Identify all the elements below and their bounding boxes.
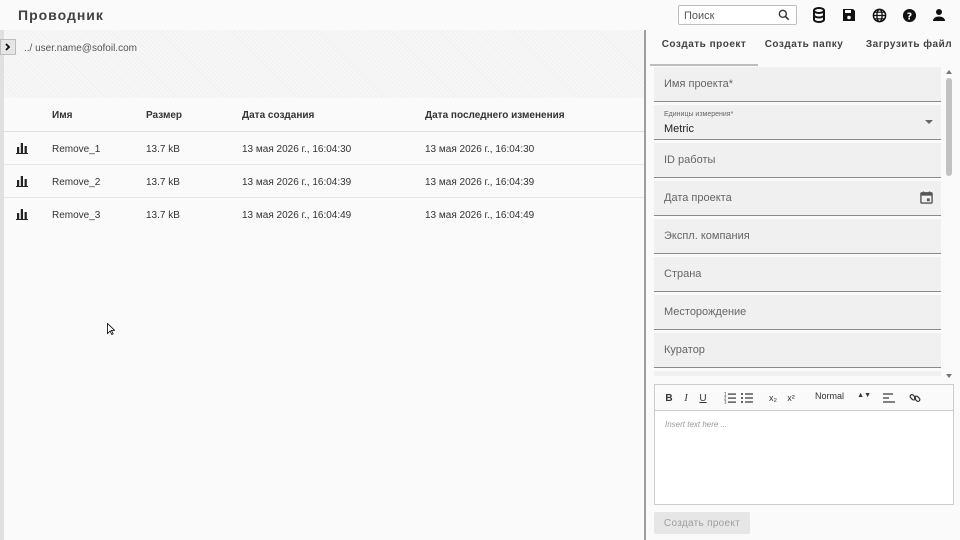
- field-label: Дата проекта: [664, 192, 732, 204]
- tab-create-folder[interactable]: Создать папку: [758, 30, 850, 60]
- search-icon[interactable]: [777, 8, 791, 22]
- field-label: Куратор: [664, 344, 705, 356]
- calendar-icon[interactable]: [920, 191, 933, 204]
- side-panel: Создать проект Создать папку Загрузить ф…: [646, 30, 960, 540]
- chevron-right-icon: [5, 43, 11, 51]
- column-header-created[interactable]: Дата создания: [242, 110, 314, 121]
- text-size-select[interactable]: Normal ▲▼: [815, 391, 871, 405]
- superscript-button[interactable]: x²: [785, 391, 797, 405]
- subscript-button[interactable]: x₂: [767, 391, 779, 405]
- help-icon[interactable]: ?: [901, 7, 917, 23]
- file-name: Remove_1: [52, 144, 101, 155]
- file-created: 13 мая 2026 г., 16:04:39: [242, 177, 352, 188]
- bullet-list-icon[interactable]: [741, 391, 753, 405]
- column-header-size[interactable]: Размер: [146, 110, 182, 121]
- database-icon[interactable]: [811, 7, 827, 23]
- project-form: Имя проекта* Единицы измерения* Metric I…: [654, 66, 944, 376]
- table-row[interactable]: Remove_2 13.7 kB 13 мая 2026 г., 16:04:3…: [4, 165, 644, 198]
- table-row[interactable]: Remove_1 13.7 kB 13 мая 2026 г., 16:04:3…: [4, 132, 644, 165]
- file-modified: 13 мая 2026 г., 16:04:30: [425, 144, 535, 155]
- field-label: Страна: [664, 268, 702, 280]
- units-select[interactable]: Единицы измерения* Metric: [654, 105, 941, 140]
- svg-text:?: ?: [906, 11, 911, 22]
- scrollbar-thumb[interactable]: [946, 78, 952, 176]
- select-arrows-icon: ▲▼: [857, 392, 871, 399]
- expand-sidebar-button[interactable]: [0, 39, 16, 55]
- file-modified: 13 мая 2026 г., 16:04:49: [425, 210, 535, 221]
- breadcrumb-area: ../ user.name@sofoil.com: [4, 30, 644, 98]
- account-icon[interactable]: [931, 7, 947, 23]
- file-modified: 13 мая 2026 г., 16:04:39: [425, 177, 535, 188]
- app-title: Проводник: [18, 7, 104, 23]
- align-icon[interactable]: [883, 391, 895, 405]
- editor-placeholder[interactable]: Insert text here ...: [665, 420, 727, 429]
- bold-button[interactable]: B: [664, 391, 674, 405]
- table-header: Имя Размер Дата создания Дата последнего…: [4, 98, 644, 132]
- units-value: Metric: [664, 123, 694, 135]
- curator-field[interactable]: Куратор: [654, 333, 941, 368]
- italic-button[interactable]: I: [681, 391, 691, 405]
- country-field[interactable]: Страна: [654, 257, 941, 292]
- field-label: ID работы: [664, 154, 716, 166]
- scroll-up-arrow-icon[interactable]: [946, 70, 952, 74]
- tab-bar: Создать проект Создать папку Загрузить ф…: [646, 30, 960, 60]
- table-row[interactable]: Remove_3 13.7 kB 13 мая 2026 г., 16:04:4…: [4, 198, 644, 231]
- link-icon[interactable]: [909, 391, 921, 405]
- file-created: 13 мая 2026 г., 16:04:49: [242, 210, 352, 221]
- breadcrumb[interactable]: ../ user.name@sofoil.com: [24, 43, 137, 54]
- field-label: Имя проекта*: [664, 78, 734, 90]
- save-icon[interactable]: [841, 7, 857, 23]
- chart-file-icon: [16, 209, 28, 220]
- editor-toolbar: B I U 123 x₂ x² Normal ▲▼: [655, 385, 953, 411]
- underline-button[interactable]: U: [698, 391, 708, 405]
- job-id-field[interactable]: ID работы: [654, 143, 941, 178]
- top-bar: Проводник ?: [0, 0, 960, 30]
- text-size-value: Normal: [815, 391, 845, 401]
- file-browser-pane: ../ user.name@sofoil.com Имя Размер Дата…: [0, 30, 644, 540]
- svg-text:3: 3: [724, 400, 727, 405]
- project-name-field[interactable]: Имя проекта*: [654, 67, 941, 102]
- dropdown-arrow-icon: [925, 120, 933, 124]
- mouse-cursor-icon: [107, 323, 115, 335]
- file-created: 13 мая 2026 г., 16:04:30: [242, 144, 352, 155]
- file-name: Remove_3: [52, 210, 101, 221]
- search-input[interactable]: [684, 8, 774, 23]
- column-header-name[interactable]: Имя: [52, 110, 72, 121]
- operator-field[interactable]: Экспл. компания: [654, 219, 941, 254]
- create-project-button[interactable]: Создать проект: [654, 512, 750, 534]
- next-field[interactable]: [654, 371, 941, 376]
- file-size: 13.7 kB: [146, 177, 180, 188]
- chart-file-icon: [16, 143, 28, 154]
- field-label: Месторождение: [664, 306, 747, 318]
- field-label: Единицы измерения*: [664, 111, 734, 118]
- scroll-down-arrow-icon[interactable]: [946, 374, 952, 378]
- project-date-field[interactable]: Дата проекта: [654, 181, 941, 216]
- oilfield-field[interactable]: Месторождение: [654, 295, 941, 330]
- field-label: Экспл. компания: [664, 230, 750, 242]
- rich-text-editor: B I U 123 x₂ x² Normal ▲▼ Insert text he…: [654, 384, 954, 505]
- ordered-list-icon[interactable]: 123: [724, 391, 736, 405]
- tab-create-project[interactable]: Создать проект: [650, 30, 758, 60]
- globe-icon[interactable]: [871, 7, 887, 23]
- chart-file-icon: [16, 176, 28, 187]
- file-name: Remove_2: [52, 177, 101, 188]
- column-header-modified[interactable]: Дата последнего изменения: [425, 110, 565, 121]
- file-size: 13.7 kB: [146, 144, 180, 155]
- tab-upload-file[interactable]: Загрузить файл: [858, 30, 960, 60]
- search-box[interactable]: [678, 5, 797, 25]
- file-size: 13.7 kB: [146, 210, 180, 221]
